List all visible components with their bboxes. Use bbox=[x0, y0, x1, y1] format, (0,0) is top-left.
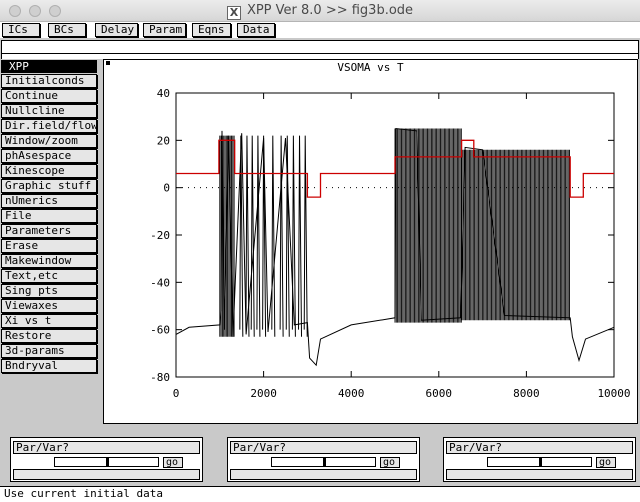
go-button[interactable]: go bbox=[380, 457, 400, 468]
voltage-plot: 40200-20-40-60-800 2000 4000 6000 8000 10000 bbox=[150, 87, 630, 400]
par-var-field[interactable]: Par/Var? bbox=[13, 441, 200, 454]
y-tick-label: 20 bbox=[157, 134, 170, 147]
y-tick-label: 0 bbox=[163, 182, 170, 195]
x-tick-label: 6000 bbox=[426, 387, 453, 400]
par-range-bar[interactable] bbox=[230, 469, 417, 480]
x-tick-label: 8000 bbox=[513, 387, 540, 400]
y-tick-label: -80 bbox=[150, 371, 170, 384]
slider-thumb[interactable] bbox=[106, 458, 109, 466]
spike-line bbox=[298, 135, 303, 337]
y-tick-label: 40 bbox=[157, 87, 170, 100]
go-button[interactable]: go bbox=[596, 457, 616, 468]
y-tick-label: -60 bbox=[150, 324, 170, 337]
par-slider-3: Par/Var? go bbox=[443, 437, 636, 482]
spike-line bbox=[271, 135, 276, 337]
slider-thumb[interactable] bbox=[539, 458, 542, 466]
slider-track[interactable] bbox=[271, 457, 376, 467]
status-bar: Use current initial data bbox=[0, 486, 640, 502]
slider-track[interactable] bbox=[487, 457, 592, 467]
spike-line bbox=[256, 135, 261, 337]
par-slider-2: Par/Var? go bbox=[227, 437, 420, 482]
spiking-band bbox=[461, 149, 570, 321]
go-button[interactable]: go bbox=[163, 457, 183, 468]
slider-thumb[interactable] bbox=[323, 458, 326, 466]
par-slider-1: Par/Var? go bbox=[10, 437, 203, 482]
x-tick-label: 2000 bbox=[250, 387, 277, 400]
spike-line bbox=[250, 135, 255, 337]
x-tick-label: 4000 bbox=[338, 387, 365, 400]
par-var-field[interactable]: Par/Var? bbox=[230, 441, 417, 454]
x-tick-label: 10000 bbox=[597, 387, 630, 400]
x-tick-label: 0 bbox=[173, 387, 180, 400]
par-var-field[interactable]: Par/Var? bbox=[446, 441, 633, 454]
par-range-bar[interactable] bbox=[13, 469, 200, 480]
spike-line bbox=[303, 135, 308, 337]
par-range-bar[interactable] bbox=[446, 469, 633, 480]
y-tick-label: -40 bbox=[150, 276, 170, 289]
spiking-band bbox=[394, 128, 462, 323]
slider-track[interactable] bbox=[54, 457, 159, 467]
y-tick-label: -20 bbox=[150, 229, 170, 242]
